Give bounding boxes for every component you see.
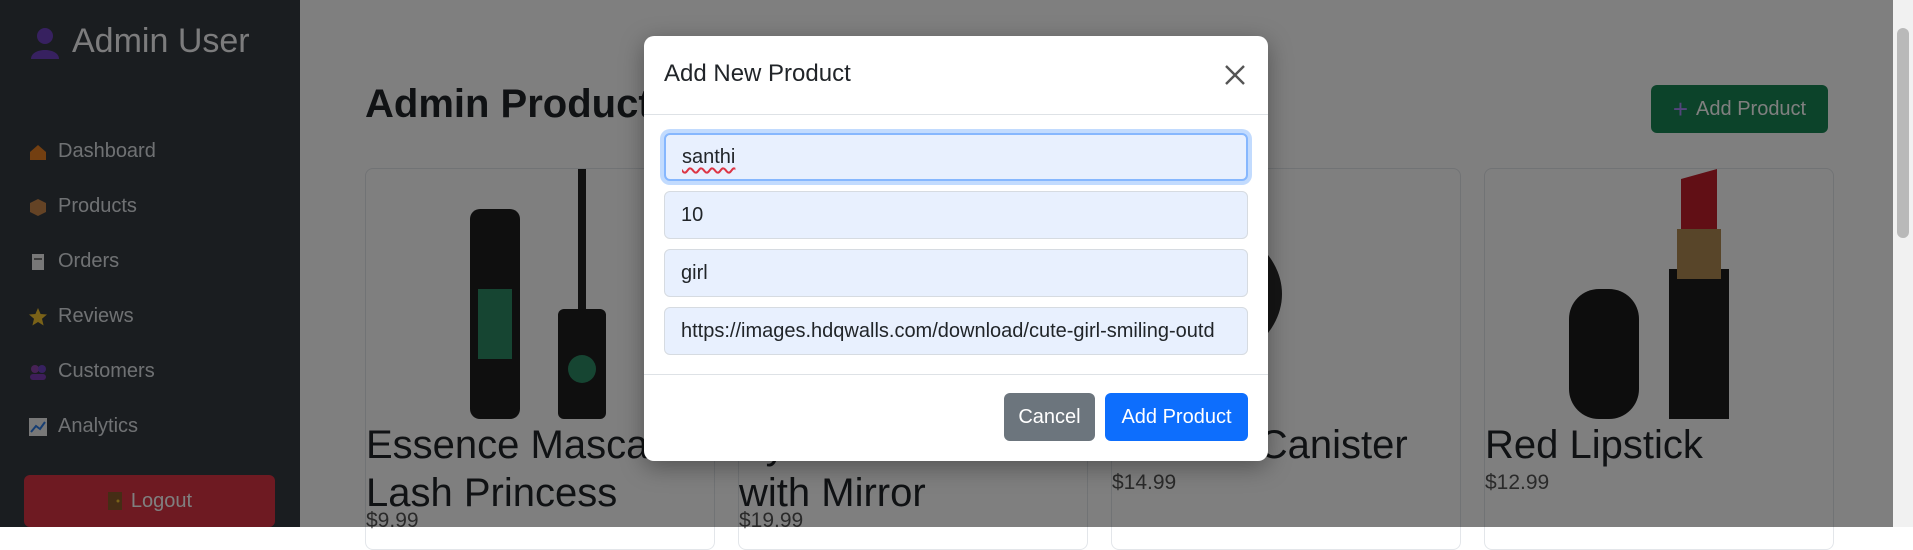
scrollbar[interactable] bbox=[1893, 0, 1913, 527]
cancel-button[interactable]: Cancel bbox=[1004, 393, 1095, 441]
product-category-input[interactable]: girl bbox=[664, 249, 1248, 297]
product-price-value: 10 bbox=[681, 204, 704, 226]
product-name-value: santhi bbox=[682, 146, 736, 168]
product-image-url-value: https://images.hdqwalls.com/download/cut… bbox=[681, 320, 1215, 342]
modal-header: Add New Product bbox=[644, 36, 1268, 115]
product-name-input[interactable]: santhi bbox=[664, 133, 1248, 181]
modal-title: Add New Product bbox=[664, 60, 851, 87]
product-category-value: girl bbox=[681, 262, 708, 284]
submit-add-product-button[interactable]: Add Product bbox=[1105, 393, 1248, 441]
product-image-url-input[interactable]: https://images.hdqwalls.com/download/cut… bbox=[664, 307, 1248, 355]
product-price-input[interactable]: 10 bbox=[664, 191, 1248, 239]
close-icon[interactable] bbox=[1220, 60, 1250, 90]
add-product-modal: Add New Product santhi 10 girl https://i… bbox=[644, 36, 1268, 461]
scrollbar-thumb[interactable] bbox=[1897, 28, 1909, 238]
